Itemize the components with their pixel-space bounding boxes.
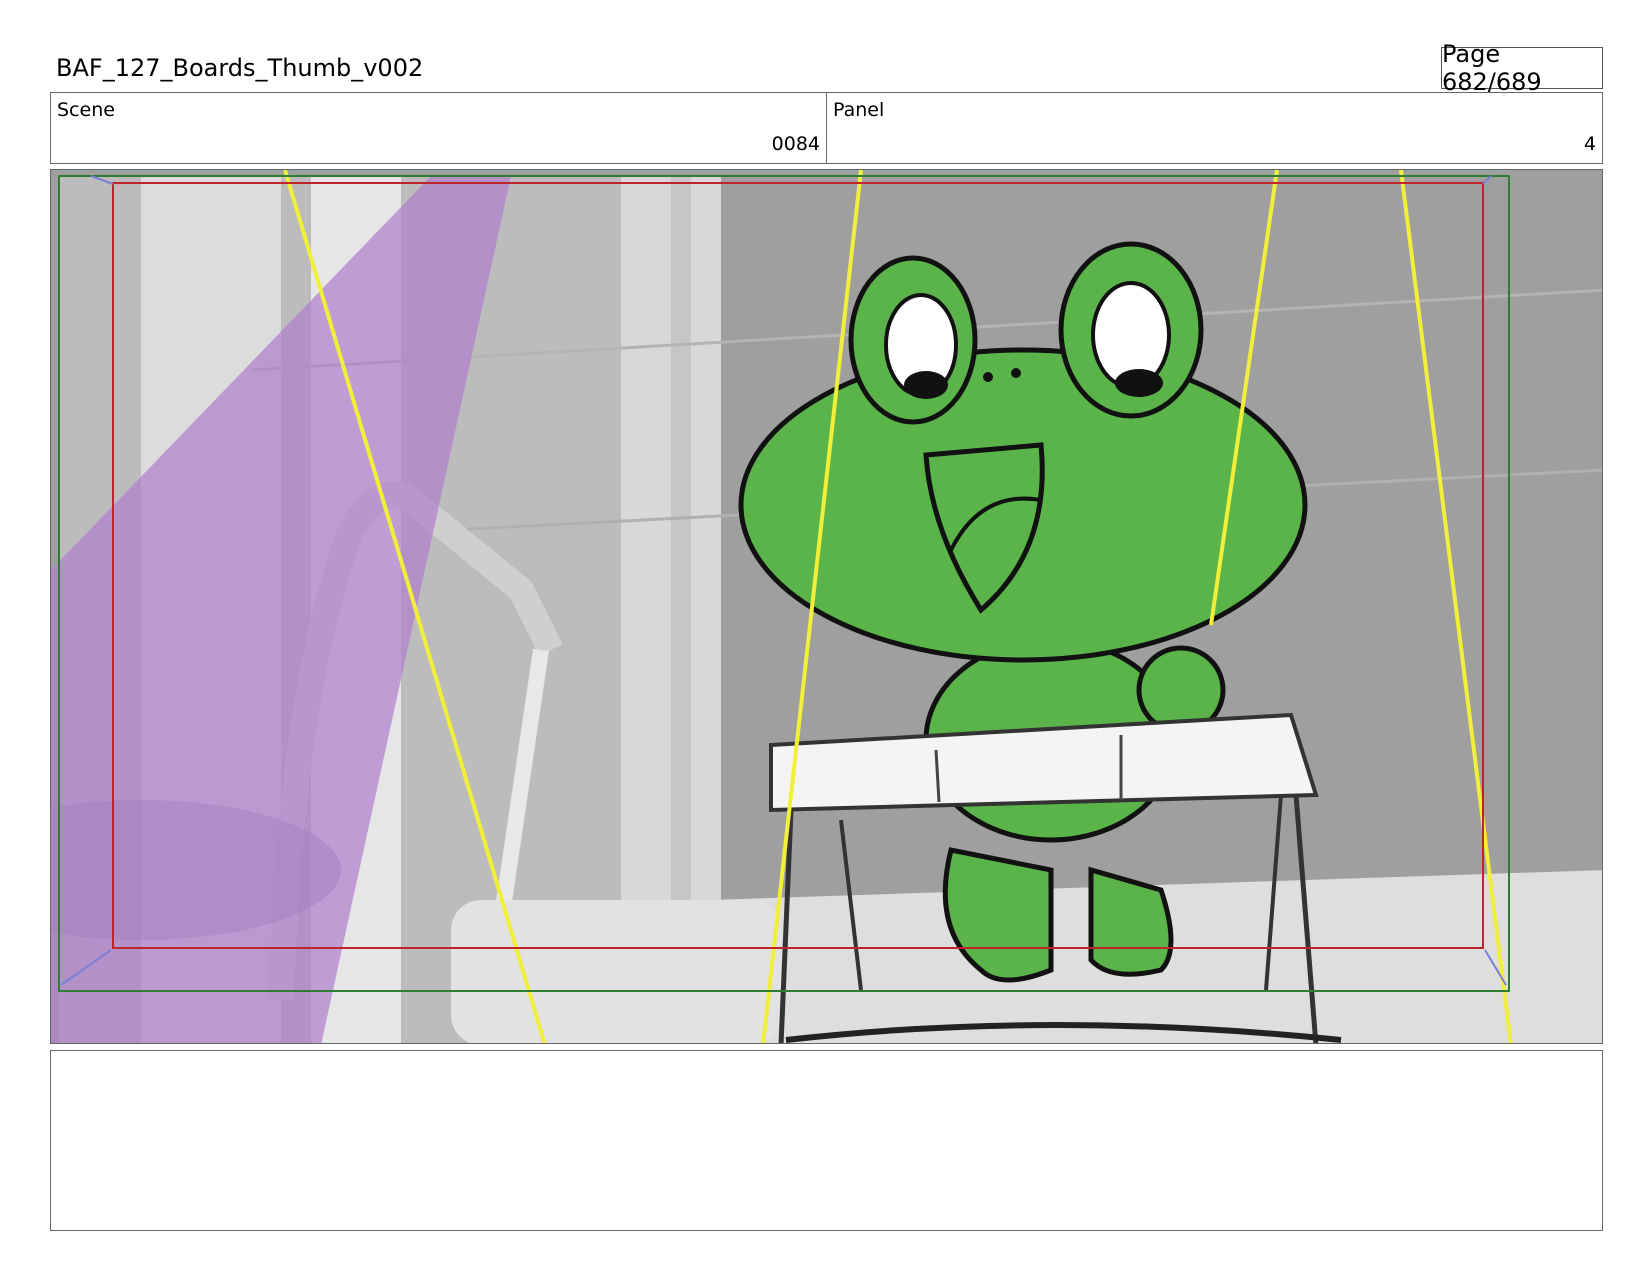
panel-number: 4 [1583,133,1596,155]
stool-seat [451,900,781,1043]
frog-nostril-left [983,372,993,382]
scene-number: 0084 [771,133,820,155]
scene-panel-info: Scene 0084 Panel 4 [50,92,1603,164]
frog-pupil-right [1115,369,1163,397]
scene-cell: Scene 0084 [51,93,826,163]
panel-notes [50,1050,1603,1231]
scene-label: Scene [57,99,115,121]
panel-cell: Panel 4 [826,93,1602,163]
page-number: Page 682/689 [1441,40,1603,96]
frog-nostril-right [1011,368,1021,378]
panel-label: Panel [833,99,885,121]
document-title: BAF_127_Boards_Thumb_v002 [56,54,424,82]
panel-drawing [51,170,1602,1043]
storyboard-panel [50,169,1603,1044]
frog-pupil-left [904,371,948,399]
